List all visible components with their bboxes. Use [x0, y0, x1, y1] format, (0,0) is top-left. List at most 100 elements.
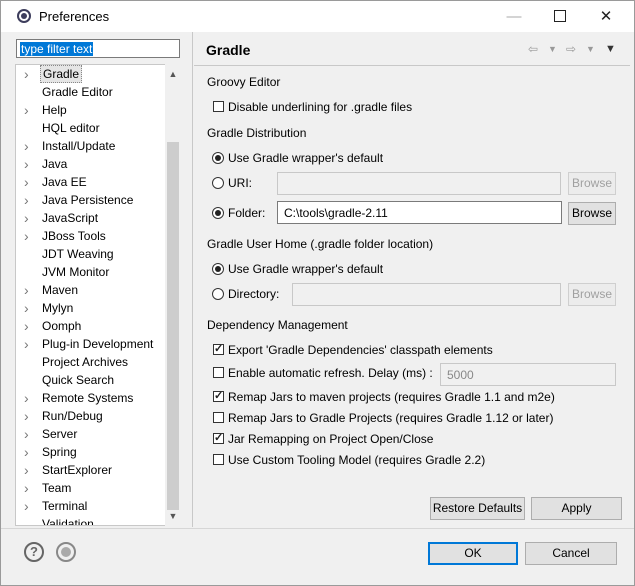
- tree-item-install-update[interactable]: › Install/Update: [16, 137, 166, 155]
- forward-menu-icon[interactable]: ▼: [586, 44, 595, 54]
- tree-item-spring[interactable]: › Spring: [16, 443, 166, 461]
- auto-refresh-label: Enable automatic refresh. Delay (ms) :: [228, 366, 433, 380]
- dist-folder-radio[interactable]: [212, 207, 224, 219]
- tree-item-quick-search[interactable]: Quick Search: [16, 371, 166, 389]
- tree-item-jdt-weaving[interactable]: JDT Weaving: [16, 245, 166, 263]
- expand-arrow-icon[interactable]: ›: [24, 137, 34, 155]
- directory-field[interactable]: [292, 283, 561, 306]
- expand-arrow-icon[interactable]: ›: [24, 227, 34, 245]
- expand-arrow-icon[interactable]: ›: [24, 317, 34, 335]
- tree-item-hql-editor[interactable]: HQL editor: [16, 119, 166, 137]
- maximize-button[interactable]: [537, 1, 583, 32]
- tree-item-label: Maven: [42, 283, 79, 297]
- expand-arrow-icon[interactable]: ›: [24, 497, 34, 515]
- tree-item-gradle-editor[interactable]: Gradle Editor: [16, 83, 166, 101]
- forward-arrow-icon[interactable]: ⇨: [566, 42, 576, 56]
- back-menu-icon[interactable]: ▼: [548, 44, 557, 54]
- refresh-delay-field[interactable]: 5000: [440, 363, 616, 386]
- tree-item-server[interactable]: › Server: [16, 425, 166, 443]
- scroll-up-icon[interactable]: ▲: [165, 66, 181, 82]
- tree-scrollbar[interactable]: ▲ ▼: [165, 64, 181, 526]
- tree-item-label: Spring: [42, 445, 77, 459]
- expand-arrow-icon[interactable]: ›: [24, 443, 34, 461]
- close-button[interactable]: ✕: [583, 1, 629, 32]
- tree-item-gradle[interactable]: › Gradle: [16, 65, 166, 83]
- tree-item-java-persistence[interactable]: › Java Persistence: [16, 191, 166, 209]
- tree-item-terminal[interactable]: › Terminal: [16, 497, 166, 515]
- tree-item-plug-in-development[interactable]: › Plug-in Development: [16, 335, 166, 353]
- expand-arrow-icon[interactable]: ›: [24, 407, 34, 425]
- dist-wrapper-radio[interactable]: [212, 152, 224, 164]
- expand-arrow-icon[interactable]: ›: [24, 173, 34, 191]
- dist-uri-radio[interactable]: [212, 177, 224, 189]
- home-directory-radio[interactable]: [212, 288, 224, 300]
- expand-arrow-icon[interactable]: ›: [24, 281, 34, 299]
- tree-item-startexplorer[interactable]: › StartExplorer: [16, 461, 166, 479]
- maximize-icon: [554, 9, 566, 22]
- tree-item-label: Validation: [42, 517, 94, 526]
- minimize-button[interactable]: —: [491, 1, 537, 32]
- tree-item-oomph[interactable]: › Oomph: [16, 317, 166, 335]
- help-icon[interactable]: ?: [24, 542, 44, 562]
- expand-arrow-icon[interactable]: ›: [24, 299, 34, 317]
- record-icon[interactable]: [56, 542, 76, 562]
- directory-browse-button[interactable]: Browse: [568, 283, 616, 306]
- tree-item-label: JBoss Tools: [42, 229, 106, 243]
- restore-defaults-button[interactable]: Restore Defaults: [430, 497, 525, 520]
- dist-wrapper-label: Use Gradle wrapper's default: [228, 151, 384, 165]
- uri-browse-button[interactable]: Browse: [568, 172, 616, 195]
- scroll-down-icon[interactable]: ▼: [165, 508, 181, 524]
- folder-field[interactable]: C:\tools\gradle-2.11: [277, 201, 562, 224]
- cancel-button[interactable]: Cancel: [525, 542, 617, 565]
- tree-item-run-debug[interactable]: › Run/Debug: [16, 407, 166, 425]
- custom-tooling-checkbox[interactable]: [213, 454, 224, 465]
- filter-input[interactable]: type filter text: [16, 39, 180, 58]
- tree-item-java-ee[interactable]: › Java EE: [16, 173, 166, 191]
- dependency-heading: Dependency Management: [207, 318, 348, 332]
- disable-underlining-checkbox[interactable]: [213, 101, 224, 112]
- tree-item-jvm-monitor[interactable]: JVM Monitor: [16, 263, 166, 281]
- title-bar[interactable]: Preferences — ✕: [1, 1, 634, 32]
- remap-open-close-checkbox[interactable]: [213, 431, 224, 444]
- apply-button[interactable]: Apply: [531, 497, 622, 520]
- tree-item-help[interactable]: › Help: [16, 101, 166, 119]
- tree-item-label: Gradle Editor: [42, 85, 113, 99]
- uri-field[interactable]: [277, 172, 561, 195]
- tree-item-label: Team: [42, 481, 72, 495]
- export-classpath-checkbox[interactable]: [213, 342, 224, 355]
- tree-item-mylyn[interactable]: › Mylyn: [16, 299, 166, 317]
- tree-item-javascript[interactable]: › JavaScript: [16, 209, 166, 227]
- tree-item-project-archives[interactable]: Project Archives: [16, 353, 166, 371]
- expand-arrow-icon[interactable]: ›: [24, 65, 34, 83]
- tree-item-label: StartExplorer: [42, 463, 113, 477]
- remap-maven-checkbox[interactable]: [213, 389, 224, 402]
- tree-item-label: JVM Monitor: [42, 265, 110, 279]
- auto-refresh-checkbox[interactable]: [213, 367, 224, 378]
- tree-item-label: Remote Systems: [42, 391, 134, 405]
- tree-item-remote-systems[interactable]: › Remote Systems: [16, 389, 166, 407]
- folder-browse-button[interactable]: Browse: [568, 202, 616, 225]
- tree-item-jboss-tools[interactable]: › JBoss Tools: [16, 227, 166, 245]
- expand-arrow-icon[interactable]: ›: [24, 389, 34, 407]
- view-menu-icon[interactable]: ▼: [605, 43, 616, 55]
- remap-gradle-checkbox[interactable]: [213, 412, 224, 423]
- tree-item-maven[interactable]: › Maven: [16, 281, 166, 299]
- expand-arrow-icon[interactable]: ›: [24, 425, 34, 443]
- tree-item-label: Java: [42, 157, 68, 171]
- expand-arrow-icon[interactable]: ›: [24, 461, 34, 479]
- preference-tree[interactable]: › Gradle Gradle Editor › Help HQL editor › Inst…: [15, 64, 181, 526]
- back-arrow-icon[interactable]: ⇦: [528, 42, 538, 56]
- expand-arrow-icon[interactable]: ›: [24, 479, 34, 497]
- tree-item-java[interactable]: › Java: [16, 155, 166, 173]
- expand-arrow-icon[interactable]: ›: [24, 155, 34, 173]
- expand-arrow-icon[interactable]: ›: [24, 209, 34, 227]
- preferences-window: Preferences — ✕ type filter text › Gradle…: [0, 0, 635, 586]
- scroll-thumb[interactable]: [167, 142, 179, 510]
- tree-item-validation[interactable]: Validation: [16, 515, 166, 526]
- expand-arrow-icon[interactable]: ›: [24, 191, 34, 209]
- expand-arrow-icon[interactable]: ›: [24, 335, 34, 353]
- ok-button[interactable]: OK: [428, 542, 518, 565]
- tree-item-team[interactable]: › Team: [16, 479, 166, 497]
- expand-arrow-icon[interactable]: ›: [24, 101, 34, 119]
- home-wrapper-radio[interactable]: [212, 263, 224, 275]
